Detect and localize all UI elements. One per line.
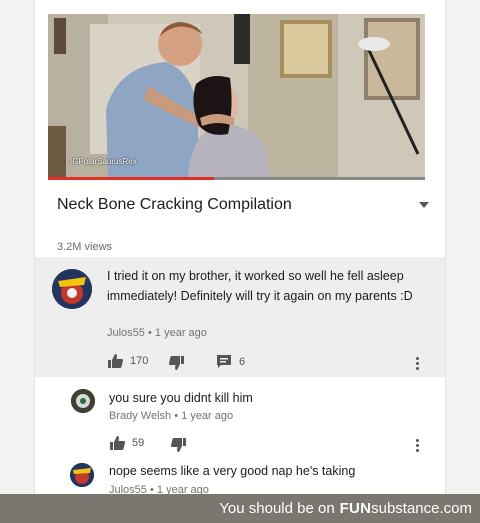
site-banner[interactable]: You should be on FUN substance.com	[0, 494, 480, 523]
comment-author[interactable]: Brady Welsh	[109, 410, 171, 422]
banner-prefix: You should be on	[219, 500, 335, 517]
comment-meta: Brady Welsh • 1 year ago	[109, 410, 233, 422]
comment-author[interactable]: Julos55	[107, 327, 145, 339]
expand-chevron-icon[interactable]	[419, 201, 429, 209]
meta-separator: •	[147, 327, 155, 339]
comment-text: you sure you didnt kill him	[109, 391, 253, 405]
banner-brand-bold: FUN	[339, 500, 372, 517]
video-thumbnail[interactable]: IGPolarSaurusRex	[48, 14, 425, 180]
view-count: 3.2M views	[57, 241, 113, 253]
video-watermark: IGPolarSaurusRex	[70, 157, 137, 166]
comment-text: nope seems like a very good nap he's tak…	[109, 464, 356, 478]
comment-time: 1 year ago	[181, 410, 234, 422]
avatar[interactable]	[70, 463, 94, 487]
thumbs-down-icon	[171, 438, 186, 452]
dislike-button[interactable]	[171, 438, 186, 452]
reply-button[interactable]: 6	[217, 355, 245, 368]
comment-icon	[217, 355, 231, 368]
video-title: Neck Bone Cracking Compilation	[57, 196, 292, 213]
banner-brand: FUN substance.com	[340, 494, 472, 523]
avatar[interactable]	[71, 389, 95, 413]
comment-item: I tried it on my brother, it worked so w…	[35, 257, 445, 377]
thumbs-up-icon	[110, 436, 125, 450]
comment-time: 1 year ago	[154, 327, 207, 339]
video-scene	[48, 14, 425, 180]
more-options-icon[interactable]	[415, 438, 419, 452]
dislike-button[interactable]	[169, 356, 184, 370]
reply-count: 6	[239, 355, 246, 368]
avatar-image	[70, 463, 94, 487]
comment-text: I tried it on my brother, it worked so w…	[107, 269, 413, 303]
youtube-page: IGPolarSaurusRex Neck Bone Cracking Comp…	[34, 0, 446, 523]
banner-brand-rest: substance.com	[371, 500, 472, 517]
comment-item: you sure you didnt kill him Brady Welsh …	[35, 382, 445, 462]
thumbs-up-icon	[108, 354, 123, 368]
thumbs-down-icon	[169, 356, 184, 370]
like-count: 170	[130, 355, 149, 367]
title-row[interactable]: Neck Bone Cracking Compilation	[57, 190, 429, 220]
avatar-image	[71, 389, 95, 413]
avatar-image	[52, 269, 92, 309]
like-button[interactable]: 170	[108, 354, 148, 368]
more-options-icon[interactable]	[415, 356, 419, 370]
comment-item: nope seems like a very good nap he's tak…	[35, 458, 445, 498]
like-count: 59	[132, 437, 145, 449]
like-button[interactable]: 59	[110, 436, 144, 450]
comment-meta: Julos55 • 1 year ago	[107, 327, 207, 339]
video-progress-fill	[48, 177, 214, 180]
avatar[interactable]	[52, 269, 92, 309]
